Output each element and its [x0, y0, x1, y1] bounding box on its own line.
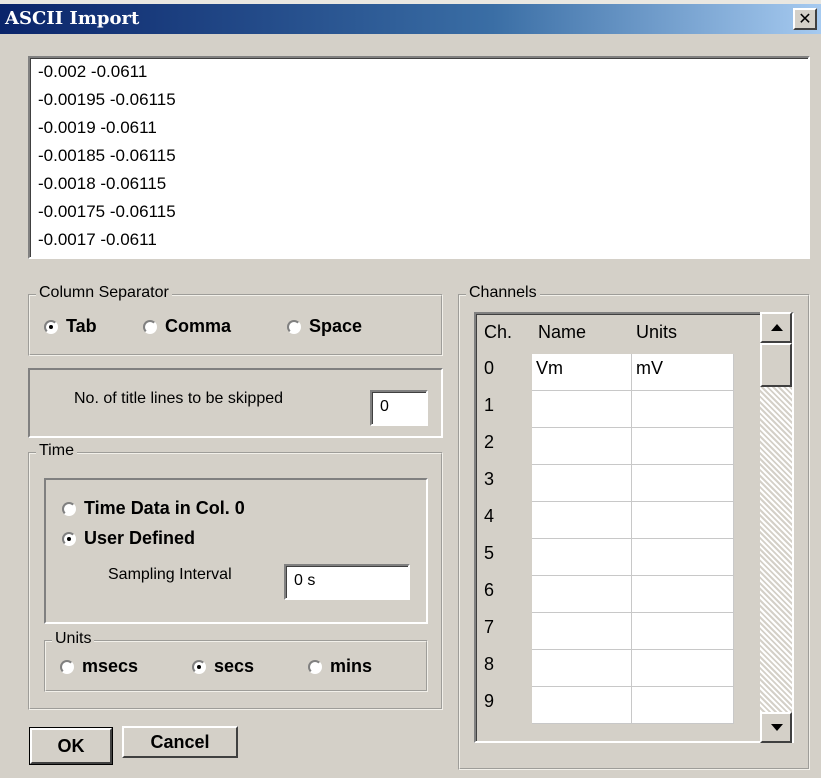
separator-space-radio[interactable]: Space	[287, 316, 362, 337]
time-data-col0-label: Time Data in Col. 0	[84, 498, 245, 518]
row-channel-number: 2	[478, 428, 536, 465]
separator-comma-label: Comma	[165, 316, 232, 336]
preview-line: -0.00195 -0.06115	[38, 90, 176, 109]
radio-button-icon	[308, 659, 322, 674]
cancel-button[interactable]: Cancel	[122, 726, 238, 758]
preview-line: -0.0019 -0.0611	[38, 118, 157, 137]
window-title: ASCII Import	[5, 8, 140, 29]
channel-name-cell[interactable]	[532, 428, 632, 465]
preview-text-area[interactable]: -0.002 -0.0611 -0.00195 -0.06115 -0.0019…	[28, 56, 810, 259]
row-channel-number: 9	[478, 687, 536, 724]
radio-button-icon	[62, 501, 76, 516]
channel-units-cell[interactable]: mV	[632, 354, 734, 391]
preview-line: -0.0017 -0.0611	[38, 230, 157, 249]
units-legend: Units	[52, 630, 95, 648]
time-source-panel: Time Data in Col. 0 User Defined Samplin…	[44, 478, 428, 624]
row-channel-number: 1	[478, 391, 536, 428]
radio-button-icon	[44, 319, 58, 334]
channel-units-cell[interactable]	[632, 391, 734, 428]
radio-button-icon	[143, 319, 157, 334]
preview-line: -0.002 -0.0611	[38, 62, 148, 81]
separator-tab-radio[interactable]: Tab	[44, 316, 97, 337]
preview-line: -0.00185 -0.06115	[38, 146, 176, 165]
scroll-down-button[interactable]	[760, 712, 792, 743]
time-data-col0-radio[interactable]: Time Data in Col. 0	[62, 498, 245, 519]
channel-units-cell[interactable]	[632, 465, 734, 502]
channel-name-cell[interactable]	[532, 502, 632, 539]
separator-space-label: Space	[309, 316, 363, 336]
channel-units-cell[interactable]	[632, 502, 734, 539]
arrow-up-icon	[771, 324, 783, 331]
units-group: Units msecs secs mins	[44, 630, 428, 692]
column-separator-group: Column Separator Tab Comma Space	[28, 284, 443, 356]
channels-table[interactable]: Ch. Name Units 0 Vm mV 1 2 3 4 5 6 7 8 9	[474, 312, 794, 743]
channel-units-cell[interactable]	[632, 539, 734, 576]
separator-comma-radio[interactable]: Comma	[143, 316, 231, 337]
sampling-interval-input[interactable]: 0 s	[284, 564, 410, 600]
row-channel-number: 4	[478, 502, 536, 539]
channel-name-cell[interactable]	[532, 576, 632, 613]
title-lines-panel: No. of title lines to be skipped 0	[28, 368, 443, 438]
title-lines-label: No. of title lines to be skipped	[74, 390, 284, 407]
channel-units-cell[interactable]	[632, 576, 734, 613]
channel-name-cell[interactable]: Vm	[532, 354, 632, 391]
close-button[interactable]: ✕	[793, 8, 817, 30]
row-channel-number: 6	[478, 576, 536, 613]
time-legend: Time	[36, 442, 77, 460]
scroll-thumb[interactable]	[760, 343, 792, 387]
title-bar[interactable]: ASCII Import ✕	[0, 0, 821, 34]
column-separator-legend: Column Separator	[36, 284, 172, 302]
row-channel-number: 5	[478, 539, 536, 576]
channels-legend: Channels	[466, 284, 540, 302]
preview-line: -0.00175 -0.06115	[38, 202, 176, 221]
units-secs-radio[interactable]: secs	[192, 656, 254, 677]
channel-units-cell[interactable]	[632, 428, 734, 465]
channel-units-cell[interactable]	[632, 613, 734, 650]
channel-units-cell[interactable]	[632, 687, 734, 724]
user-defined-radio[interactable]: User Defined	[62, 528, 195, 549]
row-channel-number: 3	[478, 465, 536, 502]
channel-name-cell[interactable]	[532, 391, 632, 428]
row-channel-number: 0	[478, 354, 536, 391]
units-mins-label: mins	[330, 656, 373, 676]
user-defined-label: User Defined	[84, 528, 196, 548]
units-msecs-label: msecs	[82, 656, 139, 676]
units-secs-label: secs	[214, 656, 255, 676]
radio-button-icon	[60, 659, 74, 674]
channel-name-cell[interactable]	[532, 650, 632, 687]
sampling-interval-label: Sampling Interval	[108, 566, 232, 583]
row-channel-number: 8	[478, 650, 536, 687]
units-mins-radio[interactable]: mins	[308, 656, 372, 677]
channel-name-cell[interactable]	[532, 687, 632, 724]
channel-name-cell[interactable]	[532, 539, 632, 576]
time-group: Time Time Data in Col. 0 User Defined Sa…	[28, 442, 443, 710]
scroll-up-button[interactable]	[760, 312, 792, 343]
row-channel-number: 7	[478, 613, 536, 650]
channels-scrollbar[interactable]	[760, 312, 792, 743]
separator-tab-label: Tab	[66, 316, 97, 336]
channel-name-cell[interactable]	[532, 465, 632, 502]
channel-name-cell[interactable]	[532, 613, 632, 650]
title-lines-input[interactable]: 0	[370, 390, 428, 426]
ascii-import-dialog: ASCII Import ✕ -0.002 -0.0611 -0.00195 -…	[0, 0, 821, 778]
units-msecs-radio[interactable]: msecs	[60, 656, 138, 677]
close-icon: ✕	[798, 9, 812, 28]
ok-button[interactable]: OK	[29, 727, 113, 765]
preview-line: -0.0018 -0.06115	[38, 174, 167, 193]
radio-button-icon	[62, 531, 76, 546]
radio-button-icon	[192, 659, 206, 674]
channel-units-cell[interactable]	[632, 650, 734, 687]
radio-button-icon	[287, 319, 301, 334]
arrow-down-icon	[771, 724, 783, 731]
